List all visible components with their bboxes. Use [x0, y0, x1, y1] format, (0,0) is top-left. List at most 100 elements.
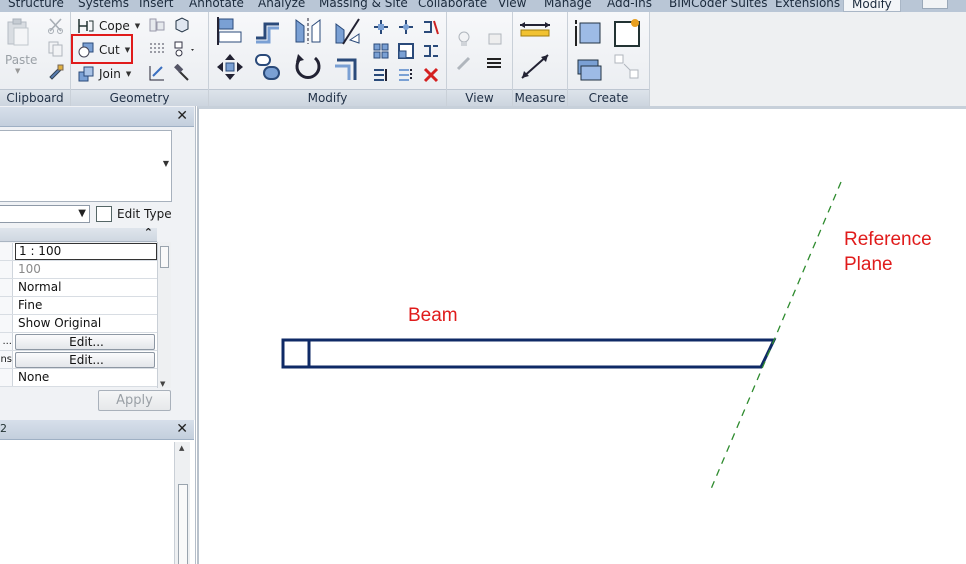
paste-icon[interactable]: [5, 18, 31, 48]
match-properties-icon[interactable]: [47, 63, 65, 81]
cope-dropdown-arrow: ▼: [134, 22, 141, 30]
prop-row-underlay: None: [0, 369, 157, 387]
drawing-canvas[interactable]: Beam Reference Plane: [197, 106, 966, 564]
linework-brush-icon[interactable]: [455, 54, 473, 72]
edit-type-label: Edit Type: [117, 207, 172, 221]
apply-button[interactable]: Apply: [98, 390, 171, 411]
create-group-icon[interactable]: [612, 18, 642, 48]
scale-value-field: 100: [18, 262, 41, 276]
view-scale-field[interactable]: 1 : 100: [15, 243, 157, 260]
scale-icon[interactable]: [397, 42, 415, 60]
move-icon[interactable]: [215, 52, 245, 82]
rotate-icon[interactable]: [293, 52, 323, 82]
paste-dropdown-arrow: ▼: [15, 67, 21, 75]
browser-scrollbar[interactable]: ▲: [174, 442, 190, 564]
properties-group-header[interactable]: ⌃: [0, 226, 157, 242]
unpin-icon[interactable]: [397, 66, 415, 84]
ribbon-tab-strip: Structure Systems Insert Annotate Analyz…: [0, 0, 966, 12]
wall-joins-icon[interactable]: [148, 16, 166, 34]
line-style-icon[interactable]: [485, 54, 507, 72]
tab-bimcoder-suites[interactable]: BIMCoder Suites: [669, 0, 768, 10]
reference-plane-line[interactable]: [710, 181, 842, 490]
align-icon[interactable]: [215, 16, 245, 46]
pin-icon[interactable]: [372, 66, 390, 84]
reference-plane-label-line1: Reference: [844, 229, 932, 250]
properties-close-button[interactable]: ✕: [176, 108, 188, 124]
join-dropdown-arrow: ▼: [125, 70, 132, 78]
panel-label-geometry: Geometry: [71, 89, 208, 106]
browser-close-button[interactable]: ✕: [176, 421, 188, 437]
tab-structure[interactable]: Structure: [8, 0, 64, 10]
tab-analyze[interactable]: Analyze: [258, 0, 305, 10]
offset-icon[interactable]: [253, 16, 283, 46]
demolish-icon[interactable]: [148, 40, 166, 58]
tab-modify[interactable]: Modify: [843, 0, 901, 12]
edit-type-button[interactable]: Edit Type: [96, 204, 172, 224]
linework-icon[interactable]: [148, 64, 166, 82]
split-element-icon[interactable]: [422, 18, 440, 36]
underlay-field[interactable]: None: [15, 369, 157, 386]
prop-label: [0, 369, 13, 386]
measure-icon[interactable]: [518, 20, 552, 40]
ribbon-options-dropdown[interactable]: [922, 0, 948, 9]
split-with-gap-icon[interactable]: [422, 42, 440, 60]
instance-filter-select[interactable]: ▼: [0, 205, 90, 223]
tab-annotate[interactable]: Annotate: [189, 0, 244, 10]
tab-massing-site[interactable]: Massing & Site: [319, 0, 408, 10]
create-assembly-icon[interactable]: [574, 18, 604, 48]
prop-label: [0, 243, 13, 260]
prop-label: [0, 261, 13, 278]
mirror-draw-axis-icon[interactable]: [333, 16, 363, 46]
aligned-dimension-icon[interactable]: [518, 52, 552, 80]
properties-panel: ✕ ▼ ▼ Edit Type ⌃ 1 : 100 100 Normal Fin…: [0, 106, 196, 420]
beam-outline[interactable]: [281, 338, 777, 369]
cope-button[interactable]: Cope ▼: [77, 16, 140, 36]
paint-icon[interactable]: [173, 40, 195, 58]
tab-extensions[interactable]: Extensions: [775, 0, 840, 10]
visibility-graphics-edit-button[interactable]: Edit...: [15, 334, 155, 350]
hammer-icon[interactable]: [173, 63, 191, 82]
tab-systems[interactable]: Systems: [78, 0, 129, 10]
tab-view[interactable]: View: [498, 0, 526, 10]
collapse-chevron-icon[interactable]: ⌃: [144, 226, 153, 239]
tab-add-ins[interactable]: Add-Ins: [607, 0, 652, 10]
copy-element-icon[interactable]: [253, 52, 283, 82]
browser-scroll-thumb[interactable]: [178, 484, 188, 564]
panel-label-modify: Modify: [209, 89, 446, 106]
tab-manage[interactable]: Manage: [544, 0, 592, 10]
prop-row-scale-value: 100: [0, 261, 157, 279]
trim-multiple-icon[interactable]: [397, 18, 415, 36]
tab-insert[interactable]: Insert: [139, 0, 173, 10]
prop-row-visibility-graphics: ... Edit...: [0, 333, 157, 351]
split-face-icon[interactable]: [173, 16, 191, 34]
trim-extend-corner-icon[interactable]: [333, 52, 363, 82]
type-selector[interactable]: ▼: [0, 130, 172, 202]
detail-level-field[interactable]: Fine: [15, 297, 157, 314]
parts-visibility-field[interactable]: Show Original: [15, 315, 157, 332]
panel-create: Create: [568, 12, 650, 106]
mirror-pick-axis-icon[interactable]: [293, 16, 323, 46]
cut-scissors-icon[interactable]: [47, 17, 65, 35]
override-graphics-icon[interactable]: [485, 30, 507, 48]
array-icon[interactable]: [372, 42, 390, 60]
scroll-up-arrow[interactable]: ▲: [179, 444, 184, 452]
properties-scroll-thumb[interactable]: [160, 246, 169, 268]
hide-bulb-icon[interactable]: [455, 30, 473, 48]
beam-label: Beam: [408, 305, 458, 326]
panel-label-measure: Measure: [513, 89, 567, 106]
create-parts-icon[interactable]: [574, 56, 604, 86]
delete-icon[interactable]: [422, 66, 440, 84]
type-selector-arrow[interactable]: ▼: [163, 159, 169, 168]
display-model-field[interactable]: Normal: [15, 279, 157, 296]
similar-icon[interactable]: [612, 52, 642, 82]
copy-icon[interactable]: [47, 40, 65, 58]
tab-collaborate[interactable]: Collaborate: [418, 0, 487, 10]
properties-scrollbar[interactable]: ▼: [157, 242, 171, 388]
join-button[interactable]: Join ▼: [77, 64, 131, 84]
filter-select-arrow[interactable]: ▼: [78, 208, 86, 219]
properties-titlebar: ✕: [0, 107, 194, 127]
trim-single-icon[interactable]: [372, 18, 390, 36]
scroll-down-arrow[interactable]: ▼: [160, 380, 165, 388]
panel-measure: Measure: [513, 12, 568, 106]
graphic-display-edit-button[interactable]: Edit...: [15, 352, 155, 368]
